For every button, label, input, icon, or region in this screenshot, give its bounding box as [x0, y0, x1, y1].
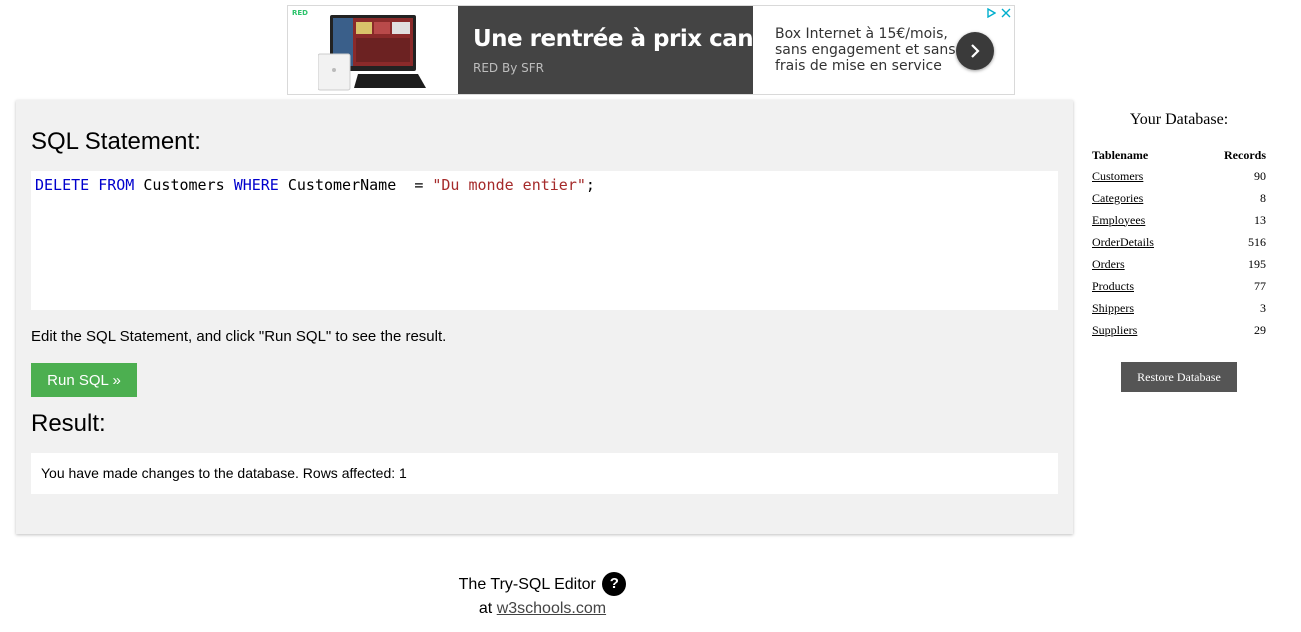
table-link-shippers[interactable]: Shippers [1092, 301, 1134, 315]
editor-panel: SQL Statement: DELETE FROM Customers WHE… [16, 100, 1073, 534]
ad-subline: RED By SFR [473, 61, 544, 75]
ad-dark-panel: Une rentrée à prix canon RED By SFR [458, 6, 785, 94]
code-operator: = [414, 176, 424, 194]
table-row: Orders 195 [1092, 253, 1266, 275]
code-identifier: Customers [143, 176, 225, 194]
code-terminator: ; [585, 176, 595, 194]
adchoices-icon[interactable] [984, 6, 998, 20]
table-row: OrderDetails 516 [1092, 231, 1266, 253]
database-title: Your Database: [1129, 111, 1229, 128]
ad-description: Box Internet à 15€/mois, sans engagement… [775, 26, 956, 74]
tv-box-product-image [318, 15, 426, 91]
record-count: 3 [1260, 300, 1266, 315]
code-string: "Du monde entier" [432, 176, 586, 194]
ad-next-button[interactable] [956, 32, 994, 70]
ad-choices[interactable] [984, 6, 1014, 21]
record-count: 13 [1254, 212, 1266, 227]
table-row: Customers 90 [1092, 165, 1266, 187]
code-keyword: WHERE [233, 176, 279, 194]
table-row: Shippers 3 [1092, 297, 1266, 319]
result-heading: Result: [31, 410, 106, 437]
table-link-orders[interactable]: Orders [1092, 257, 1125, 271]
result-message: You have made changes to the database. R… [41, 465, 407, 481]
help-icon[interactable]: ? [602, 572, 627, 596]
ad-banner[interactable]: RED Une rentrée à prix canon RED By SFR … [287, 5, 1015, 95]
sql-editor[interactable]: DELETE FROM Customers WHERE CustomerName… [31, 171, 1058, 310]
column-header-records: Records [1224, 148, 1266, 162]
table-row: Employees 13 [1092, 209, 1266, 231]
footer-title: The Try-SQL Editor [458, 576, 596, 594]
editor-hint: Edit the SQL Statement, and click "Run S… [31, 328, 447, 345]
ad-brand-tag: RED [292, 9, 308, 17]
sql-statement-heading: SQL Statement: [31, 128, 201, 155]
table-row: Suppliers 29 [1092, 319, 1266, 341]
record-count: 29 [1254, 322, 1266, 337]
record-count: 516 [1248, 234, 1266, 249]
code-identifier: CustomerName [287, 176, 397, 194]
record-count: 8 [1260, 190, 1266, 205]
w3schools-link[interactable]: w3schools.com [497, 600, 606, 617]
table-link-employees[interactable]: Employees [1092, 213, 1145, 227]
column-header-tablename: Tablename [1092, 148, 1149, 162]
table-link-products[interactable]: Products [1092, 279, 1134, 293]
table-link-orderdetails[interactable]: OrderDetails [1092, 235, 1154, 249]
table-row: Categories 8 [1092, 187, 1266, 209]
restore-database-button[interactable]: Restore Database [1121, 362, 1237, 392]
table-link-suppliers[interactable]: Suppliers [1092, 323, 1137, 337]
record-count: 195 [1248, 256, 1266, 271]
footer-at: at [478, 600, 493, 618]
table-row: Products 77 [1092, 275, 1266, 297]
run-sql-button[interactable]: Run SQL » [31, 363, 137, 397]
table-link-categories[interactable]: Categories [1092, 191, 1143, 205]
record-count: 77 [1254, 278, 1266, 293]
result-box: You have made changes to the database. R… [31, 453, 1058, 494]
close-icon[interactable] [999, 6, 1013, 20]
database-tables: Tablename Records Customers 90 Categorie… [1092, 146, 1266, 341]
code-keyword: FROM [98, 176, 135, 194]
table-link-customers[interactable]: Customers [1092, 169, 1143, 183]
record-count: 90 [1254, 168, 1266, 183]
ad-headline: Une rentrée à prix canon [473, 26, 785, 52]
footer: The Try-SQL Editor ? at w3schools.com [440, 572, 645, 621]
chevron-right-icon [971, 44, 980, 58]
code-keyword: DELETE [35, 176, 90, 194]
